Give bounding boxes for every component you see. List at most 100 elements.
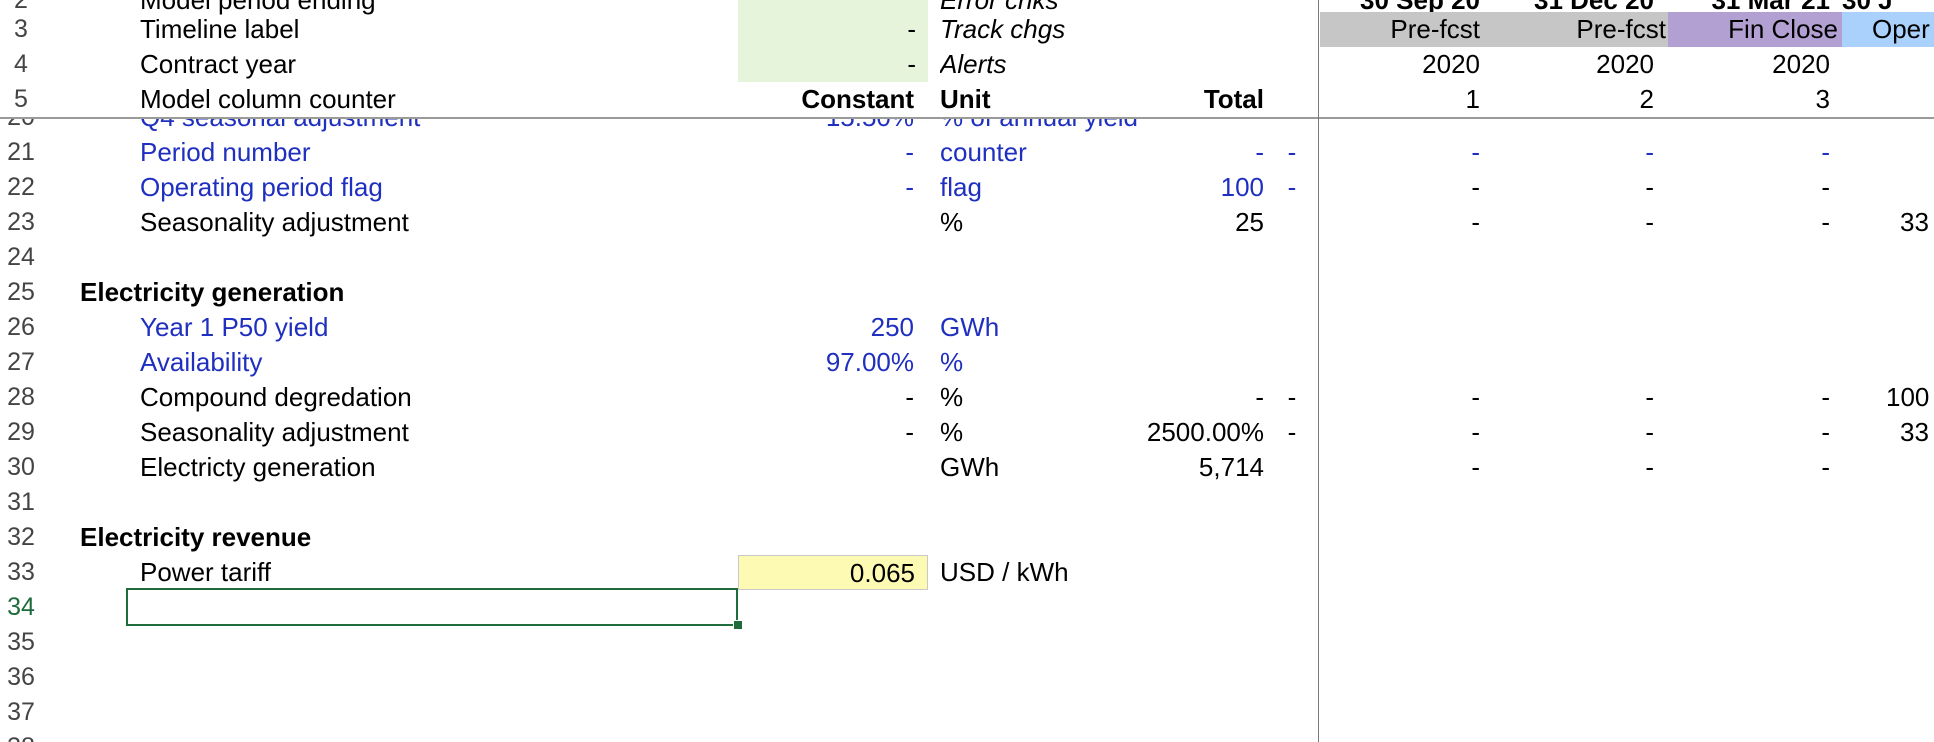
row-number[interactable]: 37 [0, 695, 42, 730]
seasonality-adjustment-2-col-1[interactable]: - [1320, 415, 1480, 450]
period-number-col-3[interactable]: - [1672, 135, 1830, 170]
electricty-generation-unit[interactable]: GWh [940, 450, 1180, 485]
operating-period-flag-unit[interactable]: flag [940, 170, 1180, 205]
counter-col-2[interactable]: 2 [1496, 82, 1654, 117]
active-cell-selection[interactable] [126, 588, 738, 626]
power-tariff-input-cell[interactable]: 0.065 [738, 555, 928, 590]
seasonality-adjustment-2-label[interactable]: Seasonality adjustment [140, 415, 740, 450]
unit-column-header[interactable]: Unit [940, 82, 1180, 117]
row-number[interactable]: 24 [0, 240, 42, 275]
year-1-p50-yield-label[interactable]: Year 1 P50 yield [140, 310, 740, 345]
operating-period-flag-col-1[interactable]: - [1320, 170, 1480, 205]
power-tariff-unit[interactable]: USD / kWh [940, 555, 1180, 590]
seasonality-adjustment-2-constant[interactable]: - [738, 415, 914, 450]
constant-column-header[interactable]: Constant [738, 82, 914, 117]
electricty-generation-col-2[interactable]: - [1496, 450, 1654, 485]
compound-degredation-col-4[interactable]: 100 [1886, 380, 1934, 415]
period-number-check[interactable]: - [1282, 135, 1302, 170]
seasonality-adjustment-unit[interactable]: % [940, 205, 1180, 240]
period-number-col-1[interactable]: - [1320, 135, 1480, 170]
row-number[interactable]: 22 [0, 170, 42, 205]
seasonality-adjustment-col-3[interactable]: - [1672, 205, 1830, 240]
q4-seasonal-adjustment-label[interactable]: Q4 seasonal adjustment [140, 119, 740, 135]
row-number[interactable]: 27 [0, 345, 42, 380]
counter-col-3[interactable]: 3 [1672, 82, 1830, 117]
row-number[interactable]: 28 [0, 380, 42, 415]
timeline-label-label[interactable]: Timeline label [140, 12, 740, 47]
period-number-label[interactable]: Period number [140, 135, 740, 170]
operating-period-flag-col-3[interactable]: - [1672, 170, 1830, 205]
row-number[interactable]: 5 [0, 82, 42, 117]
electricity-revenue-section-heading[interactable]: Electricity revenue [80, 520, 720, 555]
electricty-generation-col-3[interactable]: - [1672, 450, 1830, 485]
row-number[interactable]: 20 [0, 119, 42, 135]
q4-seasonal-adjustment-unit[interactable]: % of annual yield [940, 119, 1180, 135]
contract-year-constant[interactable]: - [738, 47, 928, 82]
seasonality-adjustment-2-col-2[interactable]: - [1496, 415, 1654, 450]
compound-degredation-label[interactable]: Compound degredation [140, 380, 740, 415]
timeline-col-1[interactable]: Pre-fcst [1320, 12, 1492, 47]
row-number[interactable]: 30 [0, 450, 42, 485]
seasonality-adjustment-total[interactable]: 25 [1160, 205, 1264, 240]
row-number[interactable]: 29 [0, 415, 42, 450]
compound-degredation-unit[interactable]: % [940, 380, 1180, 415]
electricty-generation-col-1[interactable]: - [1320, 450, 1480, 485]
row-number[interactable]: 36 [0, 660, 42, 695]
operating-period-flag-label[interactable]: Operating period flag [140, 170, 740, 205]
operating-period-flag-constant[interactable]: - [738, 170, 914, 205]
contract-year-col-3[interactable]: 2020 [1672, 47, 1830, 82]
year-1-p50-yield-constant[interactable]: 250 [738, 310, 914, 345]
seasonality-adjustment-col-2[interactable]: - [1496, 205, 1654, 240]
seasonality-adjustment-2-total[interactable]: 2500.00% [1100, 415, 1264, 450]
electricty-generation-total[interactable]: 5,714 [1160, 450, 1264, 485]
row-number[interactable]: 23 [0, 205, 42, 240]
q4-seasonal-adjustment-constant[interactable]: 15.50% [738, 119, 914, 135]
row-number[interactable]: 38 [0, 730, 42, 742]
period-number-total[interactable]: - [1160, 135, 1264, 170]
row-number[interactable]: 21 [0, 135, 42, 170]
row-number[interactable]: 26 [0, 310, 42, 345]
row-number[interactable]: 31 [0, 485, 42, 520]
seasonality-adjustment-col-4[interactable]: 33 [1900, 205, 1934, 240]
electricity-generation-section-heading[interactable]: Electricity generation [80, 275, 720, 310]
seasonality-adjustment-2-col-3[interactable]: - [1672, 415, 1830, 450]
operating-period-flag-check[interactable]: - [1282, 170, 1302, 205]
compound-degredation-col-3[interactable]: - [1672, 380, 1830, 415]
contract-year-col-2[interactable]: 2020 [1496, 47, 1654, 82]
row-number[interactable]: 32 [0, 520, 42, 555]
contract-year-label[interactable]: Contract year [140, 47, 740, 82]
operating-period-flag-total[interactable]: 100 [1160, 170, 1264, 205]
availability-unit[interactable]: % [940, 345, 1180, 380]
timeline-col-2[interactable]: Pre-fcst [1492, 12, 1668, 47]
compound-degredation-col-1[interactable]: - [1320, 380, 1480, 415]
model-column-counter-label[interactable]: Model column counter [140, 82, 740, 117]
row-number-selected[interactable]: 34 [0, 590, 42, 625]
operating-period-flag-col-2[interactable]: - [1496, 170, 1654, 205]
counter-col-1[interactable]: 1 [1320, 82, 1480, 117]
seasonality-adjustment-2-check[interactable]: - [1282, 415, 1302, 450]
track-chgs-label[interactable]: Track chgs [940, 12, 1180, 47]
year-1-p50-yield-unit[interactable]: GWh [940, 310, 1180, 345]
compound-degredation-col-2[interactable]: - [1496, 380, 1654, 415]
row-number[interactable]: 4 [0, 47, 42, 82]
compound-degredation-check[interactable]: - [1282, 380, 1302, 415]
row-number[interactable]: 33 [0, 555, 42, 590]
compound-degredation-total[interactable]: - [1160, 380, 1264, 415]
electricty-generation-label[interactable]: Electricty generation [140, 450, 740, 485]
seasonality-adjustment-col-1[interactable]: - [1320, 205, 1480, 240]
period-number-col-2[interactable]: - [1496, 135, 1654, 170]
seasonality-adjustment-2-col-4[interactable]: 33 [1900, 415, 1934, 450]
period-number-unit[interactable]: counter [940, 135, 1180, 170]
alerts-label[interactable]: Alerts [940, 47, 1180, 82]
timeline-col-3[interactable]: Fin Close [1668, 12, 1842, 47]
availability-constant[interactable]: 97.00% [738, 345, 914, 380]
total-column-header[interactable]: Total [1160, 82, 1264, 117]
timeline-col-4[interactable]: Oper [1842, 12, 1934, 47]
row-number[interactable]: 35 [0, 625, 42, 660]
timeline-label-constant[interactable]: - [738, 12, 928, 47]
seasonality-adjustment-label[interactable]: Seasonality adjustment [140, 205, 740, 240]
contract-year-col-1[interactable]: 2020 [1320, 47, 1480, 82]
power-tariff-label[interactable]: Power tariff [140, 555, 740, 590]
compound-degredation-constant[interactable]: - [738, 380, 914, 415]
row-number[interactable]: 3 [0, 12, 42, 47]
